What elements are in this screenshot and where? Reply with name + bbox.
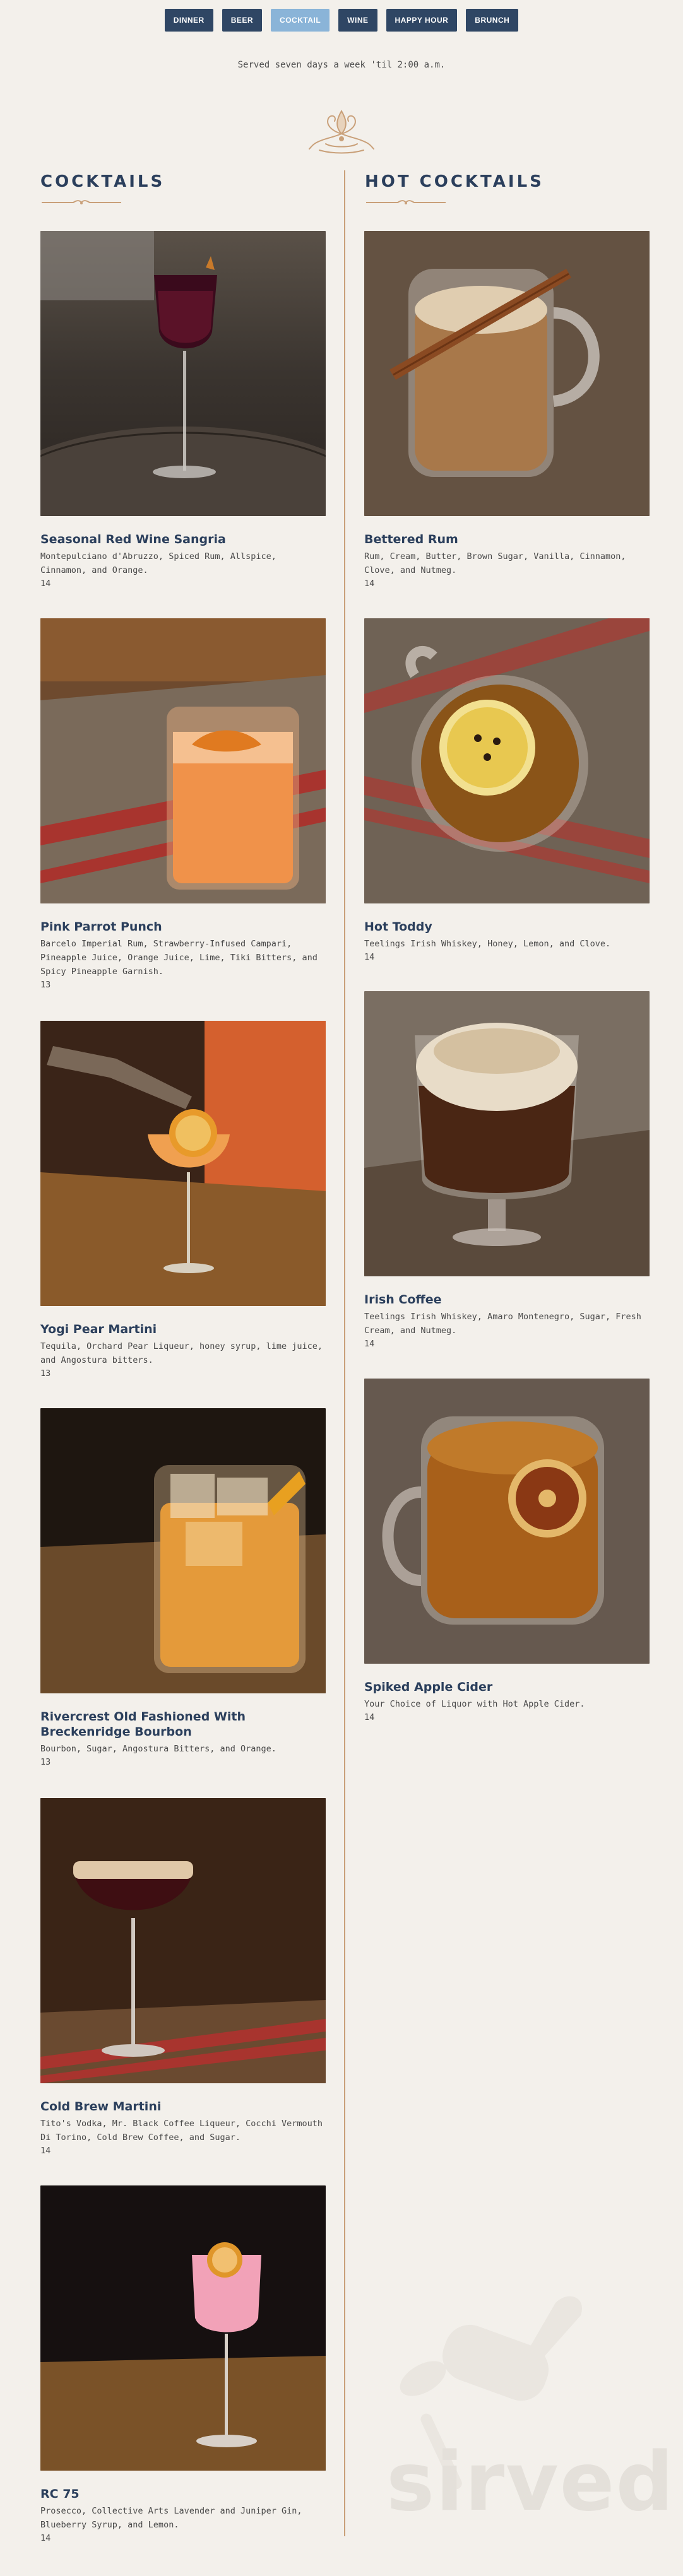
item-name: Pink Parrot Punch — [40, 920, 162, 934]
item-price: 14 — [364, 952, 375, 962]
red-wine-sangria-glass-photo — [40, 231, 326, 516]
menu-item[interactable]: Rivercrest Old Fashioned With Breckenrid… — [40, 1408, 326, 1768]
tab-dinner[interactable]: DINNER — [164, 9, 213, 32]
menu-item[interactable]: Irish Coffee Teelings Irish Whiskey, Ama… — [364, 991, 650, 1350]
item-price: 13 — [40, 1757, 51, 1767]
hot-buttered-rum-mug-photo — [364, 231, 650, 516]
menu-item[interactable]: RC 75 Prosecco, Collective Arts Lavender… — [40, 2185, 326, 2544]
coffee-martini-photo — [40, 1798, 326, 2083]
ornament-icon — [309, 110, 374, 154]
item-price: 13 — [40, 980, 51, 990]
item-name: Spiked Apple Cider — [364, 1680, 493, 1694]
service-hours-note: Served seven days a week 'til 2:00 a.m. — [237, 60, 446, 70]
item-description: Your Choice of Liquor with Hot Apple Cid… — [364, 1699, 585, 1709]
old-fashioned-ice-glass-photo — [40, 1408, 326, 1693]
item-name: Bettered Rum — [364, 532, 458, 546]
tab-wine[interactable]: WINE — [338, 9, 377, 32]
section-title-hot-cocktails: HOT COCKTAILS — [365, 172, 544, 191]
column-divider — [344, 170, 345, 2536]
item-price: 14 — [364, 1712, 375, 1722]
menu-tabs: DINNER BEER COCKTAIL WINE HAPPY HOUR BRU… — [0, 9, 683, 32]
item-description: Tequila, Orchard Pear Liqueur, honey syr… — [40, 1341, 323, 1365]
tab-happy-hour[interactable]: HAPPY HOUR — [386, 9, 458, 32]
item-name: Cold Brew Martini — [40, 2100, 162, 2114]
tab-beer[interactable]: BEER — [222, 9, 263, 32]
item-price: 14 — [40, 2533, 51, 2543]
hot-toddy-lemon-mug-photo — [364, 618, 650, 903]
item-description: Prosecco, Collective Arts Lavender and J… — [40, 2506, 302, 2530]
menu-item[interactable]: Pink Parrot Punch Barcelo Imperial Rum, … — [40, 618, 326, 991]
item-name: Hot Toddy — [364, 920, 432, 934]
item-description: Barcelo Imperial Rum, Strawberry-Infused… — [40, 939, 318, 977]
apple-cider-mug-photo — [364, 1379, 650, 1664]
item-price: 14 — [364, 579, 375, 589]
item-description: Bourbon, Sugar, Angostura Bitters, and O… — [40, 1744, 276, 1754]
item-name: Yogi Pear Martini — [40, 1322, 157, 1336]
item-name: RC 75 — [40, 2487, 80, 2501]
pink-wine-glass-cocktail-photo — [40, 2185, 326, 2471]
pear-martini-garnish-photo — [40, 1021, 326, 1306]
item-price: 14 — [364, 1339, 375, 1349]
tab-brunch[interactable]: BRUNCH — [466, 9, 519, 32]
item-description: Tito's Vodka, Mr. Black Coffee Liqueur, … — [40, 2119, 323, 2143]
item-description: Rum, Cream, Butter, Brown Sugar, Vanilla… — [364, 551, 626, 575]
menu-item[interactable]: Cold Brew Martini Tito's Vodka, Mr. Blac… — [40, 1798, 326, 2157]
section-title-cocktails: COCKTAILS — [40, 172, 165, 191]
item-name: Seasonal Red Wine Sangria — [40, 532, 226, 546]
item-name: Rivercrest Old Fashioned With Breckenrid… — [40, 1710, 246, 1739]
orange-punch-rocks-glass-photo — [40, 618, 326, 903]
menu-item[interactable]: Yogi Pear Martini Tequila, Orchard Pear … — [40, 1021, 326, 1380]
menu-item[interactable]: Spiked Apple Cider Your Choice of Liquor… — [364, 1379, 650, 1724]
tab-cocktail[interactable]: COCKTAIL — [271, 9, 330, 32]
menu-item[interactable]: Hot Toddy Teelings Irish Whiskey, Honey,… — [364, 618, 650, 963]
irish-coffee-glass-photo — [364, 991, 650, 1276]
item-price: 14 — [40, 2146, 51, 2156]
section-underline-ornament-icon — [42, 200, 121, 204]
item-description: Montepulciano d'Abruzzo, Spiced Rum, All… — [40, 551, 276, 575]
menu-item[interactable]: Bettered Rum Rum, Cream, Butter, Brown S… — [364, 231, 650, 590]
sirved-watermark-text: sirved — [386, 2435, 675, 2529]
item-price: 14 — [40, 579, 51, 589]
item-name: Irish Coffee — [364, 1293, 442, 1307]
item-description: Teelings Irish Whiskey, Honey, Lemon, an… — [364, 939, 611, 949]
menu-item[interactable]: Seasonal Red Wine Sangria Montepulciano … — [40, 231, 326, 590]
section-underline-ornament-icon — [366, 200, 446, 204]
item-price: 13 — [40, 1368, 51, 1379]
item-description: Teelings Irish Whiskey, Amaro Montenegro… — [364, 1312, 641, 1336]
